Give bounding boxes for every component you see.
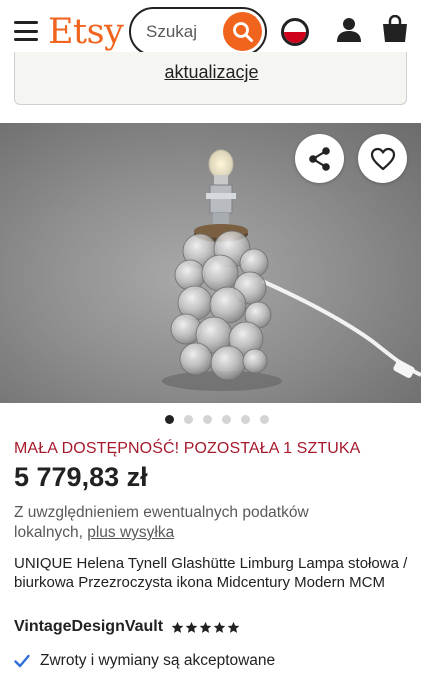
shipping-link[interactable]: plus wysyłka	[87, 524, 174, 541]
carousel-dot[interactable]	[164, 415, 174, 424]
star-icon	[213, 621, 226, 633]
check-icon	[14, 654, 30, 668]
product-image[interactable]	[0, 123, 421, 403]
flag-icon[interactable]	[281, 18, 309, 46]
carousel-dot[interactable]	[202, 415, 212, 424]
etsy-logo[interactable]: Etsy	[48, 11, 124, 53]
returns-policy: Zwroty i wymiany są akceptowane	[14, 652, 275, 670]
product-price: 5 779,83 zł	[14, 462, 148, 492]
carousel-dot[interactable]	[221, 415, 231, 424]
shop-row: VintageDesignVault	[14, 618, 240, 636]
rating-stars[interactable]	[171, 621, 240, 634]
availability-notice: MAŁA DOSTĘPNOŚĆ! POZOSTAŁA 1 SZTUKA	[14, 440, 361, 457]
user-icon[interactable]	[336, 17, 362, 43]
update-link[interactable]: aktualizacje	[15, 62, 408, 83]
tax-note: Z uwzględnieniem ewentualnych podatków l…	[14, 503, 344, 543]
favorite-button[interactable]	[358, 134, 407, 183]
carousel-indicator	[0, 415, 421, 424]
shop-name-link[interactable]: VintageDesignVault	[14, 618, 163, 636]
search-placeholder: Szukaj	[146, 22, 198, 41]
star-icon	[199, 621, 212, 633]
notice-box: aktualizacje	[14, 52, 407, 105]
heart-icon	[370, 147, 395, 170]
carousel-dot[interactable]	[259, 415, 269, 424]
share-icon	[308, 146, 330, 171]
carousel-dot[interactable]	[183, 415, 193, 424]
product-title: UNIQUE Helena Tynell Glashütte Limburg L…	[14, 555, 408, 591]
search-input[interactable]: Szukaj	[129, 7, 267, 56]
search-button[interactable]	[223, 12, 262, 51]
returns-text: Zwroty i wymiany są akceptowane	[40, 652, 276, 669]
star-icon	[185, 621, 198, 633]
star-icon	[171, 621, 184, 633]
search-icon	[232, 21, 253, 42]
menu-icon[interactable]	[14, 21, 38, 41]
bag-icon[interactable]	[382, 15, 408, 43]
carousel-dot[interactable]	[240, 415, 250, 424]
lamp-illustration	[162, 149, 421, 391]
star-icon	[227, 621, 240, 633]
share-button[interactable]	[295, 134, 344, 183]
